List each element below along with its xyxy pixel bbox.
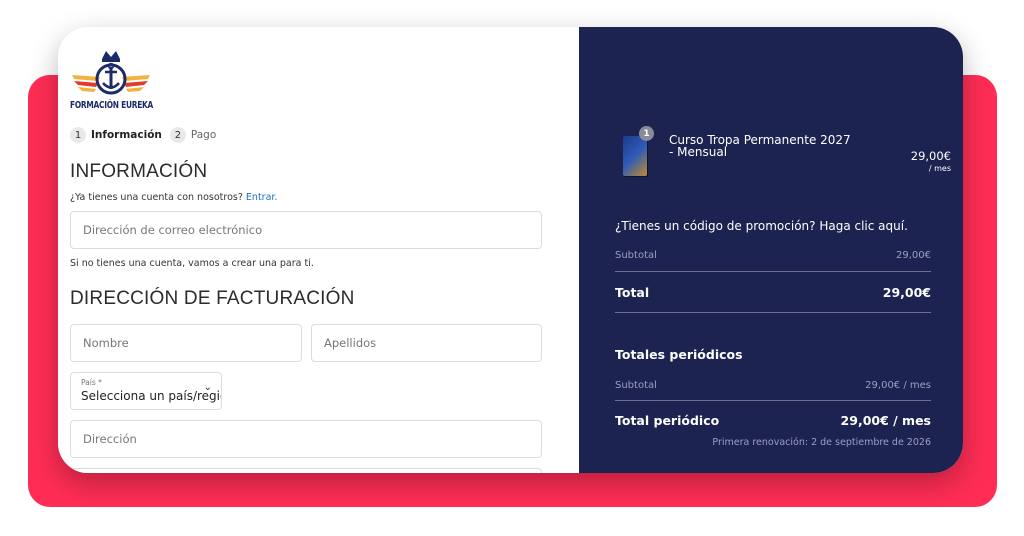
total-row: Total 29,00€ xyxy=(615,285,931,300)
step-pago[interactable]: Pago xyxy=(191,129,216,141)
account-prompt: ¿Ya tienes una cuenta con nosotros? xyxy=(70,192,243,203)
product-price: 29,00€ xyxy=(910,149,951,163)
last-name-placeholder: Apellidos xyxy=(324,336,377,350)
step-1-number: 1 xyxy=(70,127,86,143)
recurring-subtotal-label: Subtotal xyxy=(615,380,657,391)
product-period: / mes xyxy=(928,164,951,173)
total-value: 29,00€ xyxy=(882,285,931,300)
quantity-badge: 1 xyxy=(639,126,654,141)
info-heading: INFORMACIÓN xyxy=(70,161,208,182)
recurring-subtotal-row: Subtotal 29,00€ / mes xyxy=(615,380,931,391)
order-summary: 1 Curso Tropa Permanente 2027 - Mensual … xyxy=(579,27,963,473)
address-placeholder: Dirección xyxy=(83,432,137,446)
subtotal-label: Subtotal xyxy=(615,250,657,261)
account-prompt-row: ¿Ya tienes una cuenta con nosotros? Entr… xyxy=(70,192,579,203)
first-name-placeholder: Nombre xyxy=(83,336,129,350)
brand-name: FORMACIÓN EUREKA xyxy=(70,100,154,111)
product-line: 1 Curso Tropa Permanente 2027 - Mensual … xyxy=(623,126,951,178)
step-2-number: 2 xyxy=(169,127,186,143)
divider xyxy=(615,312,931,313)
step-informacion[interactable]: Información xyxy=(91,129,162,141)
subtotal-value: 29,00€ xyxy=(896,250,931,261)
product-thumbnail: 1 xyxy=(623,126,654,178)
country-label: País * xyxy=(81,378,102,387)
product-name: Curso Tropa Permanente 2027 - Mensual xyxy=(669,133,851,159)
brand-logo: FORMACIÓN EUREKA xyxy=(70,45,154,111)
recurring-subtotal-value: 29,00€ / mes xyxy=(865,380,931,391)
checkout-form: FORMACIÓN EUREKA 1 Información 2 Pago IN… xyxy=(58,27,579,473)
book-cover-image xyxy=(623,136,647,176)
address-field[interactable]: Dirección xyxy=(70,420,542,458)
recurring-total-value: 29,00€ / mes xyxy=(840,413,931,428)
product-price-block: 29,00€ / mes xyxy=(911,149,951,173)
email-placeholder: Dirección de correo electrónico xyxy=(83,223,263,237)
divider xyxy=(615,271,931,272)
no-account-note: Si no tienes una cuenta, vamos a crear u… xyxy=(70,258,314,269)
stage: FORMACIÓN EUREKA 1 Información 2 Pago IN… xyxy=(0,0,1024,536)
recurring-total-label: Total periódico xyxy=(615,413,720,428)
recurring-totals-title: Totales periódicos xyxy=(615,347,743,362)
country-select[interactable]: País * Selecciona un país/regió ⌄ xyxy=(70,372,222,410)
chevron-down-icon: ⌄ xyxy=(203,382,212,393)
address-line-2-field[interactable] xyxy=(70,468,542,473)
subtotal-row: Subtotal 29,00€ xyxy=(615,250,931,261)
checkout-steps: 1 Información 2 Pago xyxy=(70,127,579,143)
total-label: Total xyxy=(615,285,650,300)
renewal-note: Primera renovación: 2 de septiembre de 2… xyxy=(712,437,931,448)
email-field[interactable]: Dirección de correo electrónico xyxy=(70,211,542,249)
last-name-field[interactable]: Apellidos xyxy=(311,324,542,362)
recurring-total-row: Total periódico 29,00€ / mes xyxy=(615,413,931,428)
divider xyxy=(615,400,931,401)
billing-heading: DIRECCIÓN DE FACTURACIÓN xyxy=(70,288,355,309)
checkout-card: FORMACIÓN EUREKA 1 Información 2 Pago IN… xyxy=(58,27,963,473)
name-row: Nombre Apellidos xyxy=(70,324,579,362)
first-name-field[interactable]: Nombre xyxy=(70,324,302,362)
promo-code-link[interactable]: ¿Tienes un código de promoción? Haga cli… xyxy=(615,219,908,233)
anchor-crown-icon xyxy=(72,51,150,95)
country-value: Selecciona un país/regió xyxy=(81,389,222,403)
login-link[interactable]: Entrar. xyxy=(246,192,278,203)
